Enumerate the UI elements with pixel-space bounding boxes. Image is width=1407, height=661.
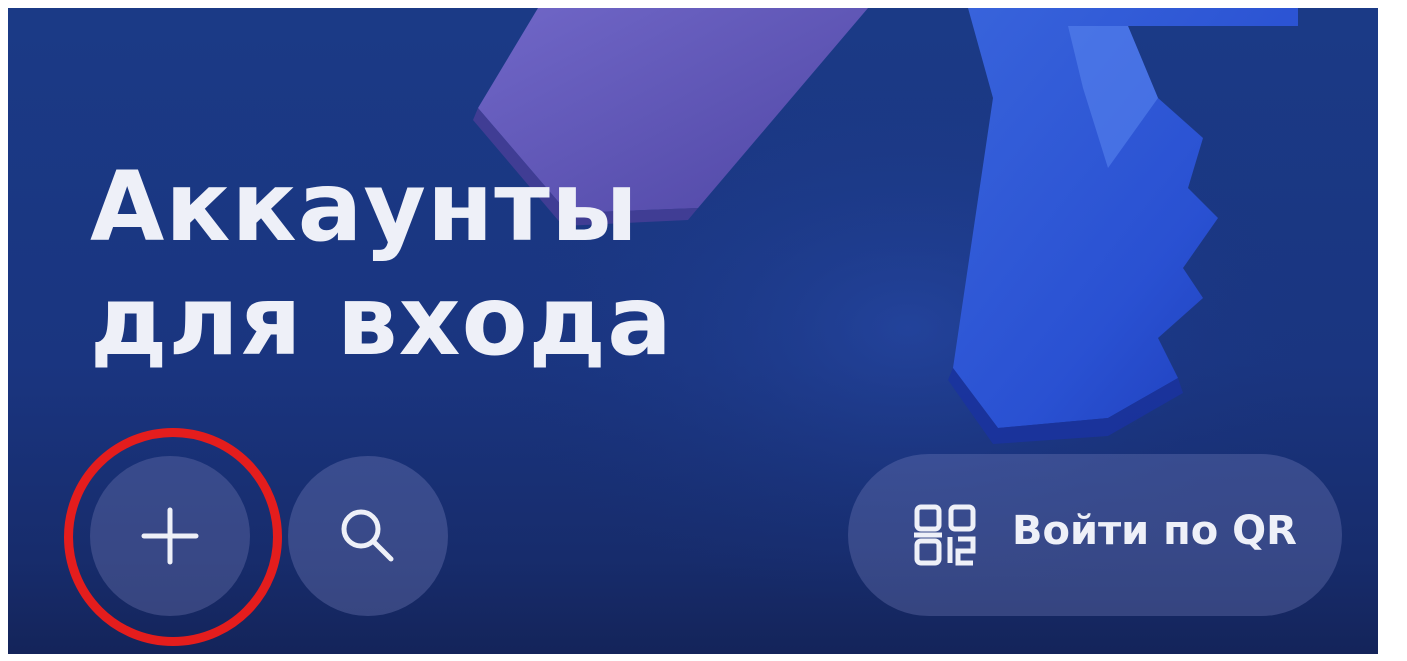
title-line-2: для входа: [90, 265, 673, 377]
search-icon: [341, 509, 394, 562]
page-title: Аккаунты для входа: [90, 150, 673, 378]
qr-code-icon: [914, 504, 976, 566]
add-account-button[interactable]: [90, 456, 250, 616]
login-by-qr-label: Войти по QR: [1012, 508, 1297, 554]
search-button[interactable]: [288, 456, 448, 616]
plus-icon: [141, 507, 199, 565]
login-by-qr-button[interactable]: Войти по QR: [848, 454, 1342, 616]
title-line-1: Аккаунты: [90, 151, 639, 263]
accounts-screen: Аккаунты для входа Войти по QR: [8, 8, 1378, 654]
